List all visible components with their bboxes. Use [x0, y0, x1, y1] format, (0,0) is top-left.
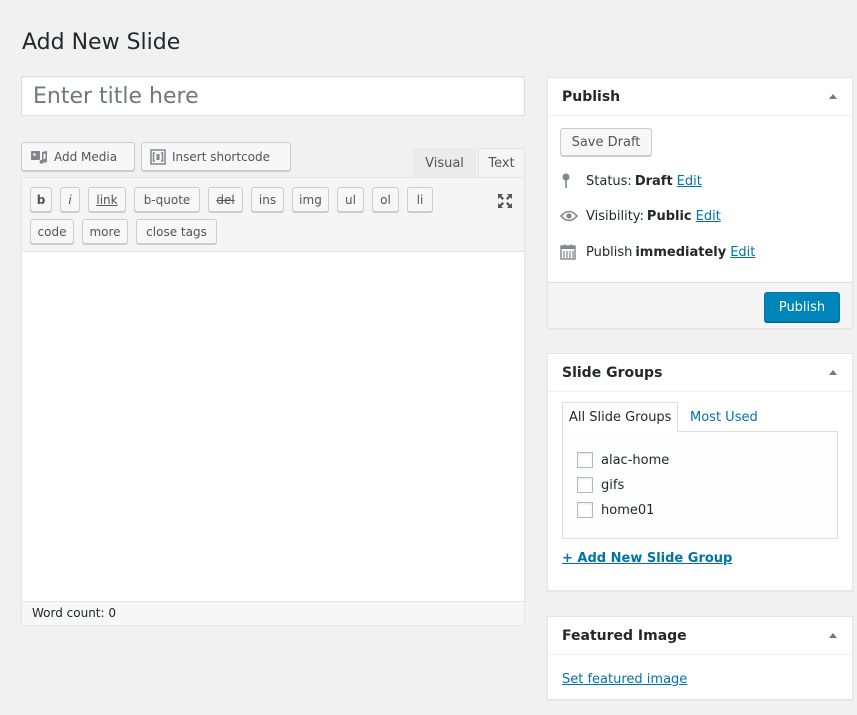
- quicktag-code-button[interactable]: code: [30, 219, 74, 244]
- publish-box-header[interactable]: Publish: [548, 78, 852, 116]
- status-row: Status: Draft Edit: [560, 173, 702, 189]
- status-label: Status:: [586, 173, 632, 189]
- eye-icon: [560, 208, 580, 224]
- quicktag-li-button[interactable]: li: [407, 187, 433, 212]
- caret-up-icon[interactable]: [828, 92, 838, 102]
- quicktag-blockquote-button[interactable]: b-quote: [134, 187, 200, 212]
- quicktag-close-tags-button[interactable]: close tags: [136, 219, 217, 244]
- fullscreen-icon[interactable]: [497, 193, 513, 209]
- add-new-slide-group-link[interactable]: + Add New Slide Group: [562, 551, 732, 566]
- major-publishing-actions: Publish: [548, 282, 852, 328]
- word-count: Word count: 0: [22, 601, 524, 625]
- edit-status-link[interactable]: Edit: [677, 174, 702, 189]
- tab-text[interactable]: Text: [478, 148, 525, 178]
- publish-date-label: Publish: [586, 244, 633, 260]
- quicktag-bold-button[interactable]: b: [30, 187, 52, 212]
- content-textarea[interactable]: [22, 252, 524, 601]
- set-featured-image-link[interactable]: Set featured image: [562, 672, 687, 687]
- slide-group-label: alac-home: [601, 452, 670, 468]
- quicktag-ol-button[interactable]: ol: [372, 187, 399, 212]
- slide-group-label: gifs: [601, 477, 625, 493]
- slide-group-checkbox[interactable]: [577, 477, 593, 493]
- slide-group-label: home01: [601, 502, 655, 518]
- slide-groups-box-header[interactable]: Slide Groups: [548, 354, 852, 392]
- quicktags-toolbar: b i link b-quote del ins img ul ol li co…: [22, 178, 524, 252]
- post-title-input[interactable]: [21, 76, 525, 116]
- caret-up-icon[interactable]: [828, 368, 838, 378]
- featured-image-box-header[interactable]: Featured Image: [548, 617, 852, 655]
- slide-group-checkbox[interactable]: [577, 452, 593, 468]
- add-media-button[interactable]: Add Media: [21, 142, 135, 171]
- pin-icon: [560, 173, 580, 189]
- quicktag-more-button[interactable]: more: [82, 219, 128, 244]
- insert-shortcode-button[interactable]: Insert shortcode: [141, 142, 291, 171]
- publish-box-title: Publish: [562, 88, 621, 105]
- visibility-value: Public: [646, 208, 692, 224]
- status-value: Draft: [634, 173, 673, 189]
- calendar-icon: [560, 244, 580, 260]
- tab-visual[interactable]: Visual: [413, 148, 476, 178]
- slide-group-checkbox[interactable]: [577, 502, 593, 518]
- featured-image-box: Featured Image Set featured image: [547, 616, 853, 700]
- add-media-label: Add Media: [54, 149, 118, 164]
- slide-groups-box: Slide Groups All Slide Groups Most Used …: [547, 353, 853, 591]
- media-icon: [30, 149, 48, 165]
- publish-button[interactable]: Publish: [764, 292, 840, 322]
- save-draft-button[interactable]: Save Draft: [560, 128, 652, 156]
- slide-groups-box-title: Slide Groups: [562, 364, 663, 381]
- edit-visibility-link[interactable]: Edit: [696, 209, 721, 224]
- visibility-row: Visibility: Public Edit: [560, 208, 721, 224]
- featured-image-box-title: Featured Image: [562, 627, 687, 644]
- publish-box: Publish Save Draft Status: Draft Edit Vi…: [547, 77, 853, 329]
- page-title: Add New Slide: [22, 30, 181, 55]
- quicktag-link-button[interactable]: link: [88, 187, 126, 212]
- quicktag-italic-button[interactable]: i: [60, 187, 80, 212]
- publish-date-value: immediately: [635, 244, 727, 260]
- quicktag-img-button[interactable]: img: [292, 187, 329, 212]
- caret-up-icon[interactable]: [828, 631, 838, 641]
- slide-group-item[interactable]: alac-home: [577, 452, 669, 468]
- editor: b i link b-quote del ins img ul ol li co…: [21, 177, 525, 626]
- quicktag-ins-button[interactable]: ins: [251, 187, 284, 212]
- tab-most-used[interactable]: Most Used: [684, 402, 764, 432]
- publish-date-row: Publish immediately Edit: [560, 244, 755, 260]
- slide-groups-checklist: alac-home gifs home01: [562, 431, 838, 539]
- insert-shortcode-label: Insert shortcode: [172, 149, 271, 164]
- shortcode-icon: [150, 148, 166, 165]
- quicktag-del-button[interactable]: del: [208, 187, 243, 212]
- quicktag-ul-button[interactable]: ul: [337, 187, 364, 212]
- edit-publish-date-link[interactable]: Edit: [730, 245, 755, 260]
- tab-all-slide-groups[interactable]: All Slide Groups: [562, 402, 679, 432]
- visibility-label: Visibility:: [586, 208, 644, 224]
- slide-group-item[interactable]: home01: [577, 502, 654, 518]
- slide-group-item[interactable]: gifs: [577, 477, 624, 493]
